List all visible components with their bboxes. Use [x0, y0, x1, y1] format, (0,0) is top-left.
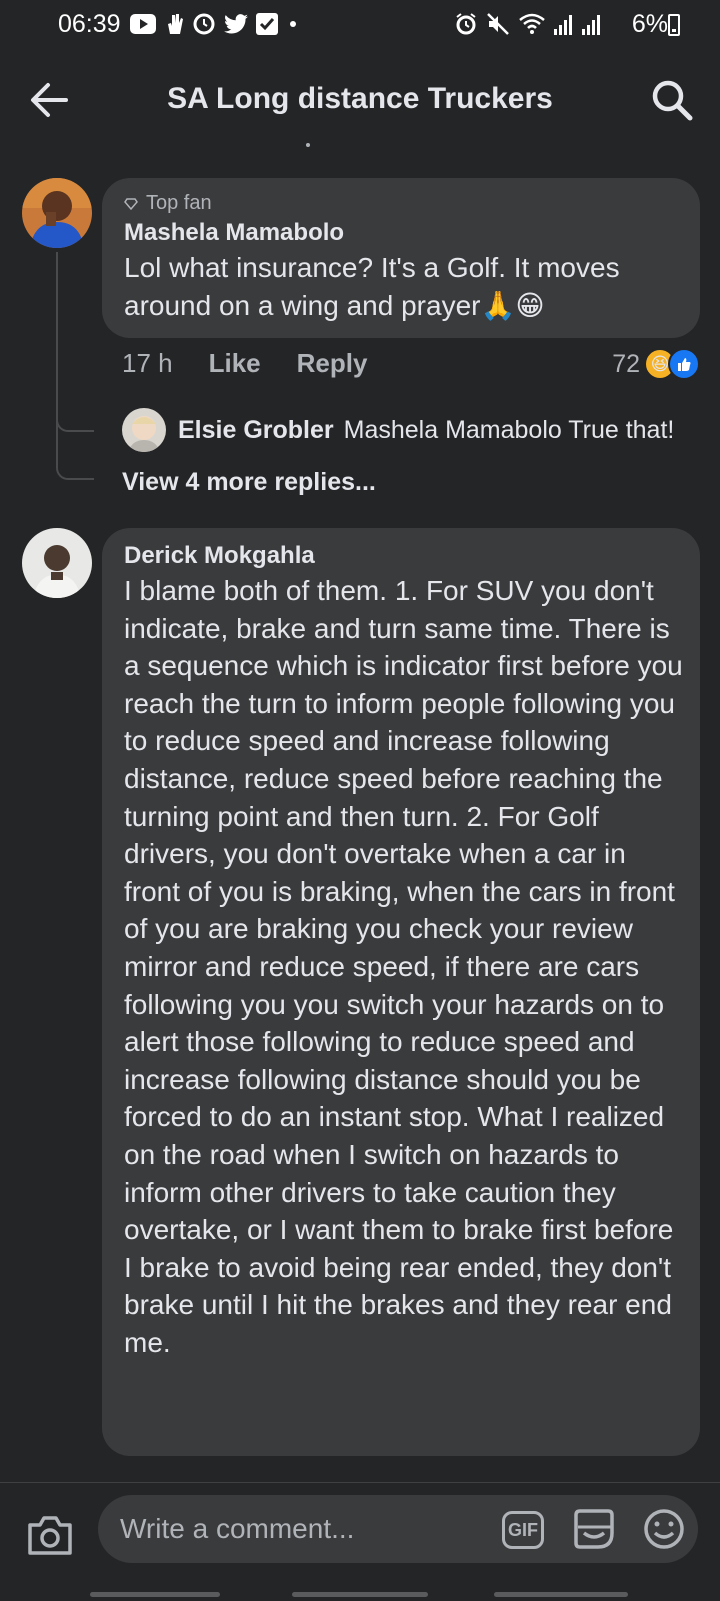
emoji-icon[interactable]: [642, 1507, 686, 1551]
status-time: 06:39: [58, 10, 121, 38]
check-box-icon: [256, 13, 278, 35]
top-fan-badge: Top fan: [124, 192, 684, 215]
comment-composer: GIF: [0, 1482, 720, 1601]
badge-label: Top fan: [146, 192, 212, 214]
nav-back[interactable]: [494, 1592, 628, 1597]
avatar[interactable]: [122, 408, 166, 452]
dot-icon: [290, 21, 296, 27]
clock-icon: [193, 13, 215, 35]
comment-author[interactable]: Derick Mokgahla: [124, 542, 684, 570]
scroll-indicator: [306, 143, 310, 147]
battery-level: 6%: [631, 10, 668, 38]
hand-icon: [168, 14, 183, 34]
reply-button[interactable]: Reply: [297, 348, 368, 379]
comment-author[interactable]: Mashela Mamabolo: [124, 219, 684, 247]
system-nav-bar: [0, 1590, 720, 1600]
nav-recents[interactable]: [90, 1592, 220, 1597]
page-title: SA Long distance Truckers: [167, 82, 553, 115]
status-bar: 06:39 6%: [0, 0, 720, 52]
app-header: SA Long distance Truckers: [0, 58, 720, 140]
reaction-summary[interactable]: 72 😆: [612, 348, 700, 380]
comment-text: I blame both of them. 1. For SUV you don…: [124, 575, 683, 1358]
youtube-icon: [130, 14, 156, 34]
reply-author[interactable]: Elsie Grobler: [178, 416, 334, 445]
reply-item[interactable]: Elsie Grobler Mashela Mamabolo True that…: [122, 408, 674, 452]
sticker-icon[interactable]: [572, 1507, 616, 1551]
view-more-replies-link[interactable]: View 4 more replies...: [122, 468, 376, 497]
status-icons-left: [130, 12, 300, 36]
wifi-icon: [519, 13, 545, 34]
reply-text: Mashela Mamabolo True that!: [343, 415, 675, 444]
diamond-icon: [124, 197, 138, 210]
avatar[interactable]: [22, 528, 92, 598]
nav-home[interactable]: [292, 1592, 428, 1597]
status-icons-right: [454, 12, 602, 36]
battery-icon: [668, 14, 680, 36]
signal-icon-2: [582, 15, 600, 35]
like-icon: [668, 348, 700, 380]
comment-text: Lol what insurance? It's a Golf. It move…: [124, 252, 620, 321]
thread-branch: [56, 404, 94, 432]
signal-icon: [554, 15, 572, 35]
avatar[interactable]: [22, 178, 92, 248]
like-button[interactable]: Like: [209, 348, 261, 379]
comment-bubble[interactable]: Derick Mokgahla I blame both of them. 1.…: [102, 528, 700, 1456]
search-icon[interactable]: [650, 78, 694, 122]
gif-button[interactable]: GIF: [502, 1511, 544, 1549]
comment-actions: 17 h Like Reply: [122, 348, 403, 379]
thread-branch: [56, 430, 94, 480]
comment-bubble[interactable]: Top fan Mashela Mamabolo Lol what insura…: [102, 178, 700, 338]
mute-icon: [487, 13, 509, 35]
twitter-icon: [224, 14, 248, 34]
camera-icon[interactable]: [26, 1513, 74, 1557]
reaction-count: 72: [612, 349, 640, 378]
alarm-icon: [456, 13, 476, 35]
comment-time: 17 h: [122, 348, 173, 378]
